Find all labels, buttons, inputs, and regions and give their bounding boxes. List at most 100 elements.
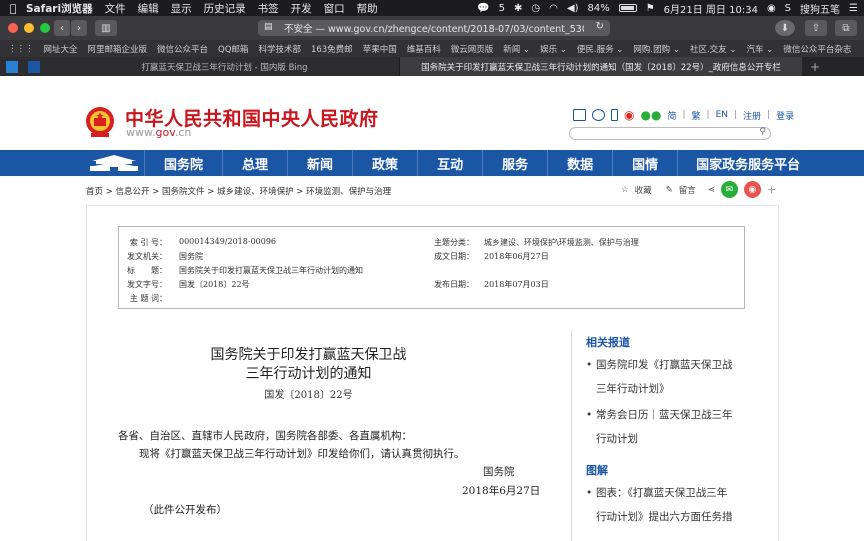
clock[interactable]: 6月21日 周日 10:34 [664,1,758,16]
article-addressee: 各省、自治区、直辖市人民政府，国务院各部委、各直属机构： [118,430,412,442]
bookmark-folder[interactable]: 新闻 ⌄ [503,43,530,55]
bookmark-item[interactable]: 微信公众平台杂志 [783,43,851,55]
nav-government-service-platform[interactable]: 国家政务服务平台 [677,150,818,176]
notification-center-icon[interactable]: ☰ [849,3,858,14]
graphic-link[interactable]: • 图表：《打赢蓝天保卫战三年 行动计划》提出六方面任务措 [586,481,746,529]
bookmark-item[interactable]: 网址大全 [44,43,78,55]
nav-services[interactable]: 服务 [482,150,547,176]
menu-develop[interactable]: 开发 [291,1,312,16]
lang-simplified-link[interactable]: 简 [667,109,676,122]
address-bar[interactable]: ▤ 不安全 — www.gov.cn/zhengce/content/2018-… [258,20,610,36]
wechat-icon[interactable]: 💬 [477,3,489,14]
bullet: • [586,359,593,371]
menu-view[interactable]: 显示 [171,1,192,16]
wechat-icon[interactable]: ●● [640,108,661,122]
nav-news[interactable]: 新闻 [287,150,352,176]
bookmarks-grid-icon[interactable]: ⋮⋮⋮ [8,44,34,54]
weibo-share-icon[interactable]: ◉ [743,181,761,198]
menu-history[interactable]: 历史记录 [204,1,246,16]
meta-label: 主题分类： [434,238,474,247]
tab-bing[interactable]: 打赢蓝天保卫战三年行动计划 - 国内版 Bing [0,57,400,76]
nav-national-info[interactable]: 国情 [612,150,677,176]
mail-icon[interactable] [573,109,586,121]
share-button[interactable]: ⇧ [805,20,827,36]
nav-policy[interactable]: 政策 [352,150,417,176]
meta-published: 发布日期： 2018年07月03日 [432,279,549,292]
sidebar-button[interactable]: ▥ [95,20,117,36]
bookmark-folder[interactable]: 社区.交友 ⌄ [690,43,737,55]
bookmark-folder[interactable]: 网购.团购 ⌄ [633,43,680,55]
weibo-icon[interactable]: ◉ [624,108,634,122]
wechat-share-icon[interactable]: ✉ [720,181,738,198]
menu-bookmarks[interactable]: 书签 [258,1,279,16]
page-info-icon[interactable]: ▤ [264,22,273,32]
input-method[interactable]: 搜狗五笔 [800,1,840,16]
bookmark-folder[interactable]: 便民.服务 ⌄ [577,43,624,55]
chevron-right-icon: › [77,22,81,34]
related-link[interactable]: • 常务会日历｜蓝天保卫战三年 行动计划 [586,403,746,451]
home-nav-button[interactable] [84,150,144,176]
lang-traditional-link[interactable]: 繁 [692,109,701,122]
breadcrumb[interactable]: 首页 > 信息公开 > 国务院文件 > 城乡建设、环境保护 > 环境监测、保护与… [86,185,391,197]
bookmark-folder[interactable]: 娱乐 ⌄ [540,43,567,55]
minimize-window-button[interactable] [24,23,34,33]
bookmark-item[interactable]: 苹果中国 [363,43,397,55]
menu-help[interactable]: 帮助 [357,1,378,16]
menu-edit[interactable]: 编辑 [138,1,159,16]
page-tools: ☆ 收藏 ✎ 留言 ⋖ ✉ ◉ + [621,181,776,198]
meta-index: 索 引 号： 000014349/2018-00096 [119,237,276,250]
nav-interaction[interactable]: 互动 [417,150,482,176]
battery-icon[interactable] [618,4,637,12]
mobile-icon[interactable] [611,109,618,121]
bookmark-item[interactable]: 微云网页版 [451,43,494,55]
graphic-link-line: 图表：《打赢蓝天保卫战三年 [596,487,728,499]
more-share-button[interactable]: + [767,183,776,196]
tab-overview-button[interactable]: ⧉ [835,20,857,36]
favorite-star-icon[interactable]: ☆ [621,185,629,195]
lang-english-link[interactable]: EN [716,110,728,120]
downloads-button[interactable]: ⬇ [775,20,795,36]
app-menu[interactable]: Safari浏览器 [26,1,93,16]
site-search-input[interactable]: ⚲ [569,127,771,140]
bookmark-item[interactable]: QQ邮箱 [218,43,248,55]
tab-gov-notice[interactable]: 国务院关于印发打赢蓝天保卫战三年行动计划的通知（国发〔2018〕22号）_政府信… [400,57,802,76]
zoom-window-button[interactable] [40,23,50,33]
wifi-icon[interactable]: ◠ [549,3,558,14]
share-icon[interactable]: ⋖ [708,185,715,195]
menu-window[interactable]: 窗口 [324,1,345,16]
chat-icon[interactable] [592,109,605,121]
input-flag-icon[interactable]: ⚑ [646,3,655,14]
comment-button[interactable]: 留言 [679,184,696,196]
back-button[interactable]: ‹ [54,20,70,36]
apple-menu-icon[interactable]:  [0,2,26,15]
favorite-button[interactable]: 收藏 [635,184,652,196]
article-title-line: 国务院关于印发打赢蓝天保卫战 [210,347,407,363]
bullet: • [586,409,593,421]
register-link[interactable]: 注册 [743,109,761,122]
sogou-icon[interactable]: S [785,3,791,14]
login-link[interactable]: 登录 [776,109,794,122]
search-icon[interactable]: ⚲ [759,127,766,137]
bookmark-item[interactable]: 科学技术部 [258,43,301,55]
nav-state-council[interactable]: 国务院 [144,150,222,176]
new-tab-button[interactable]: + [810,60,820,74]
reload-icon[interactable]: ↻ [596,21,604,32]
bookmark-folder[interactable]: 汽车 ⌄ [746,43,773,55]
site-header: 中华人民共和国中央人民政府 www.gov.cn ◉ ●● 简 | 繁 | EN… [0,76,864,150]
volume-icon[interactable]: ◀) [567,3,579,14]
related-link[interactable]: • 国务院印发《打赢蓝天保卫战 三年行动计划》 [586,353,746,401]
nav-data[interactable]: 数据 [547,150,612,176]
bookmark-item[interactable]: 微信公众平台 [157,43,208,55]
close-window-button[interactable] [8,23,18,33]
menu-file[interactable]: 文件 [105,1,126,16]
bookmark-item[interactable]: 阿里邮箱企业版 [88,43,148,55]
nav-premier[interactable]: 总理 [222,150,287,176]
article-title: 国务院关于印发打赢蓝天保卫战 三年行动计划的通知 [86,346,531,384]
bluetooth-icon[interactable]: ✱ [514,3,522,14]
bookmark-item[interactable]: 维基百科 [407,43,441,55]
time-machine-icon[interactable]: ◷ [531,3,540,14]
forward-button[interactable]: › [71,20,87,36]
pencil-icon[interactable]: ✎ [666,185,673,195]
siri-icon[interactable]: ◉ [767,3,776,14]
bookmark-item[interactable]: 163免费邮 [311,43,353,55]
